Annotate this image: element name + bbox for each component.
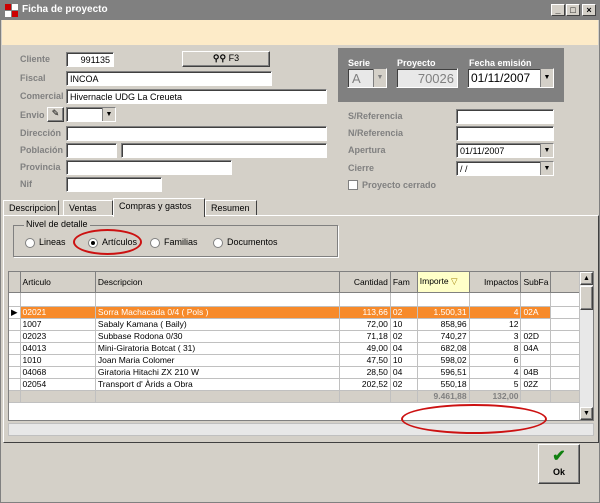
col-descripcion[interactable]: Descripcion: [95, 272, 341, 293]
fiscal-field[interactable]: INCOA: [66, 71, 272, 86]
search-client-button[interactable]: ⚲⚲ F3: [182, 51, 270, 67]
row-pointer-icon: ▶: [9, 306, 21, 319]
chevron-down-icon: ▼: [373, 69, 386, 87]
title-bar: Ficha de proyecto _ □ ×: [1, 1, 599, 20]
totals-row: 9.461,88 132,00: [9, 390, 593, 403]
provincia-label: Provincia: [20, 162, 61, 172]
table-row[interactable]: 04068 Giratoria Hitachi ZX 210 W 28,50 04 59…: [9, 366, 593, 379]
vertical-scrollbar[interactable]: ▲ ▼: [579, 272, 593, 420]
grid-header-row: Articulo Descripcion Cantidad Fam Import…: [9, 272, 593, 293]
comercial-label: Comercial: [20, 91, 64, 101]
cliente-label: Cliente: [20, 54, 51, 64]
fecha-emision-select[interactable]: 01/11/2007 ▼: [467, 68, 554, 88]
tab-compras-gastos[interactable]: Compras y gastos: [113, 198, 205, 217]
envio-label: Envio: [20, 110, 45, 120]
nif-label: Nif: [20, 179, 32, 189]
radio-documentos[interactable]: Documentos: [213, 237, 278, 248]
proyecto-field: 70026: [396, 68, 458, 88]
ok-button[interactable]: ✔ Ok: [538, 444, 580, 484]
scroll-up-icon[interactable]: ▲: [580, 272, 593, 285]
scroll-thumb[interactable]: [580, 286, 593, 310]
envio-select[interactable]: ▼: [66, 107, 116, 122]
apertura-label: Apertura: [348, 145, 386, 155]
scroll-down-icon[interactable]: ▼: [580, 407, 593, 420]
sort-icon: ▽: [450, 276, 458, 287]
cierre-label: Cierre: [348, 163, 375, 173]
s-referencia-field[interactable]: [456, 109, 554, 124]
fecha-emision-label: Fecha emisión: [469, 58, 532, 68]
tab-descripcion[interactable]: Descripcion: [3, 200, 59, 216]
s-referencia-label: S/Referencia: [348, 111, 403, 121]
cliente-field[interactable]: 991135: [66, 52, 114, 67]
nif-field[interactable]: [66, 177, 162, 192]
poblacion-field[interactable]: [121, 143, 327, 158]
tab-resumen[interactable]: Resumen: [205, 200, 257, 216]
pencil-icon: ✎: [51, 108, 60, 118]
col-importe[interactable]: Importe ▽: [417, 272, 470, 293]
poblacion-label: Población: [20, 145, 64, 155]
table-row[interactable]: 02023 Subbase Rodona 0/30 71,18 02 740,27 3 02…: [9, 330, 593, 343]
table-row[interactable]: 1010 Joan Maria Colomer 47,50 10 598,02 6: [9, 354, 593, 367]
chevron-down-icon: ▼: [540, 162, 553, 175]
detail-level-title: Nivel de detalle: [24, 219, 90, 229]
n-referencia-field[interactable]: [456, 126, 554, 141]
table-row[interactable]: 02054 Transport d' Àrids a Obra 202,52 02 55…: [9, 378, 593, 391]
fiscal-label: Fiscal: [20, 73, 46, 83]
proyecto-cerrado-label: Proyecto cerrado: [362, 180, 437, 190]
project-number-panel: Serie Proyecto Fecha emisión A ▼ 70026 01…: [338, 48, 564, 102]
minimize-icon[interactable]: _: [551, 4, 565, 16]
chevron-down-icon: ▼: [540, 69, 553, 87]
serie-select[interactable]: A ▼: [347, 68, 387, 88]
total-impactos: 132,00: [469, 390, 522, 403]
chevron-down-icon: ▼: [102, 108, 115, 121]
binoculars-icon: ⚲⚲: [212, 53, 227, 63]
col-cantidad[interactable]: Cantidad: [339, 272, 391, 293]
radio-familias[interactable]: Familias: [150, 237, 198, 248]
window-title: Ficha de proyecto: [22, 4, 108, 15]
total-importe: 9.461,88: [417, 390, 470, 403]
apertura-select[interactable]: 01/11/2007 ▼: [456, 143, 554, 158]
annotation-circle-articulos: [73, 229, 142, 255]
maximize-icon[interactable]: □: [566, 4, 580, 16]
detail-level-group: Nivel de detalle Lineas Artículos Famili…: [13, 219, 338, 257]
comercial-field[interactable]: Hivernacle UDG La Creueta: [66, 89, 327, 104]
provincia-field[interactable]: [66, 160, 232, 175]
project-window: Ficha de proyecto _ □ × Cliente 991135 ⚲…: [0, 0, 600, 503]
col-articulo[interactable]: Articulo: [20, 272, 96, 293]
chevron-down-icon: ▼: [540, 144, 553, 157]
proyecto-label: Proyecto: [397, 58, 436, 68]
n-referencia-label: N/Referencia: [348, 128, 404, 138]
table-row[interactable]: 1007 Sabaly Kamana ( Baily) 72,00 10 858,96 1…: [9, 318, 593, 331]
tab-ventas[interactable]: Ventas: [63, 200, 113, 216]
col-subfa[interactable]: SubFa: [520, 272, 552, 293]
checkmark-icon: ✔: [552, 448, 566, 465]
radio-lineas[interactable]: Lineas: [25, 237, 66, 248]
cierre-select[interactable]: / / ▼: [456, 161, 554, 176]
direccion-label: Dirección: [20, 128, 62, 138]
serie-label: Serie: [348, 58, 371, 68]
info-bar: [2, 20, 598, 45]
app-icon: [5, 4, 18, 17]
proyecto-cerrado-checkbox[interactable]: [348, 180, 358, 190]
table-row[interactable]: 04013 Mini-Giratoria Botcat ( 31) 49,00 04 6…: [9, 342, 593, 355]
col-fam[interactable]: Fam: [390, 272, 418, 293]
codigo-postal-field[interactable]: [66, 143, 117, 158]
table-row[interactable]: ▶ 02021 Sorra Machacada 0/4 ( Pols ) 113,6…: [9, 306, 593, 319]
edit-envio-button[interactable]: ✎: [47, 107, 64, 122]
articles-grid[interactable]: Articulo Descripcion Cantidad Fam Import…: [8, 271, 594, 421]
col-impactos[interactable]: Impactos: [469, 272, 522, 293]
annotation-circle-totals: [401, 404, 547, 434]
close-icon[interactable]: ×: [582, 4, 596, 16]
table-row: [9, 292, 593, 307]
direccion-field[interactable]: [66, 126, 327, 141]
